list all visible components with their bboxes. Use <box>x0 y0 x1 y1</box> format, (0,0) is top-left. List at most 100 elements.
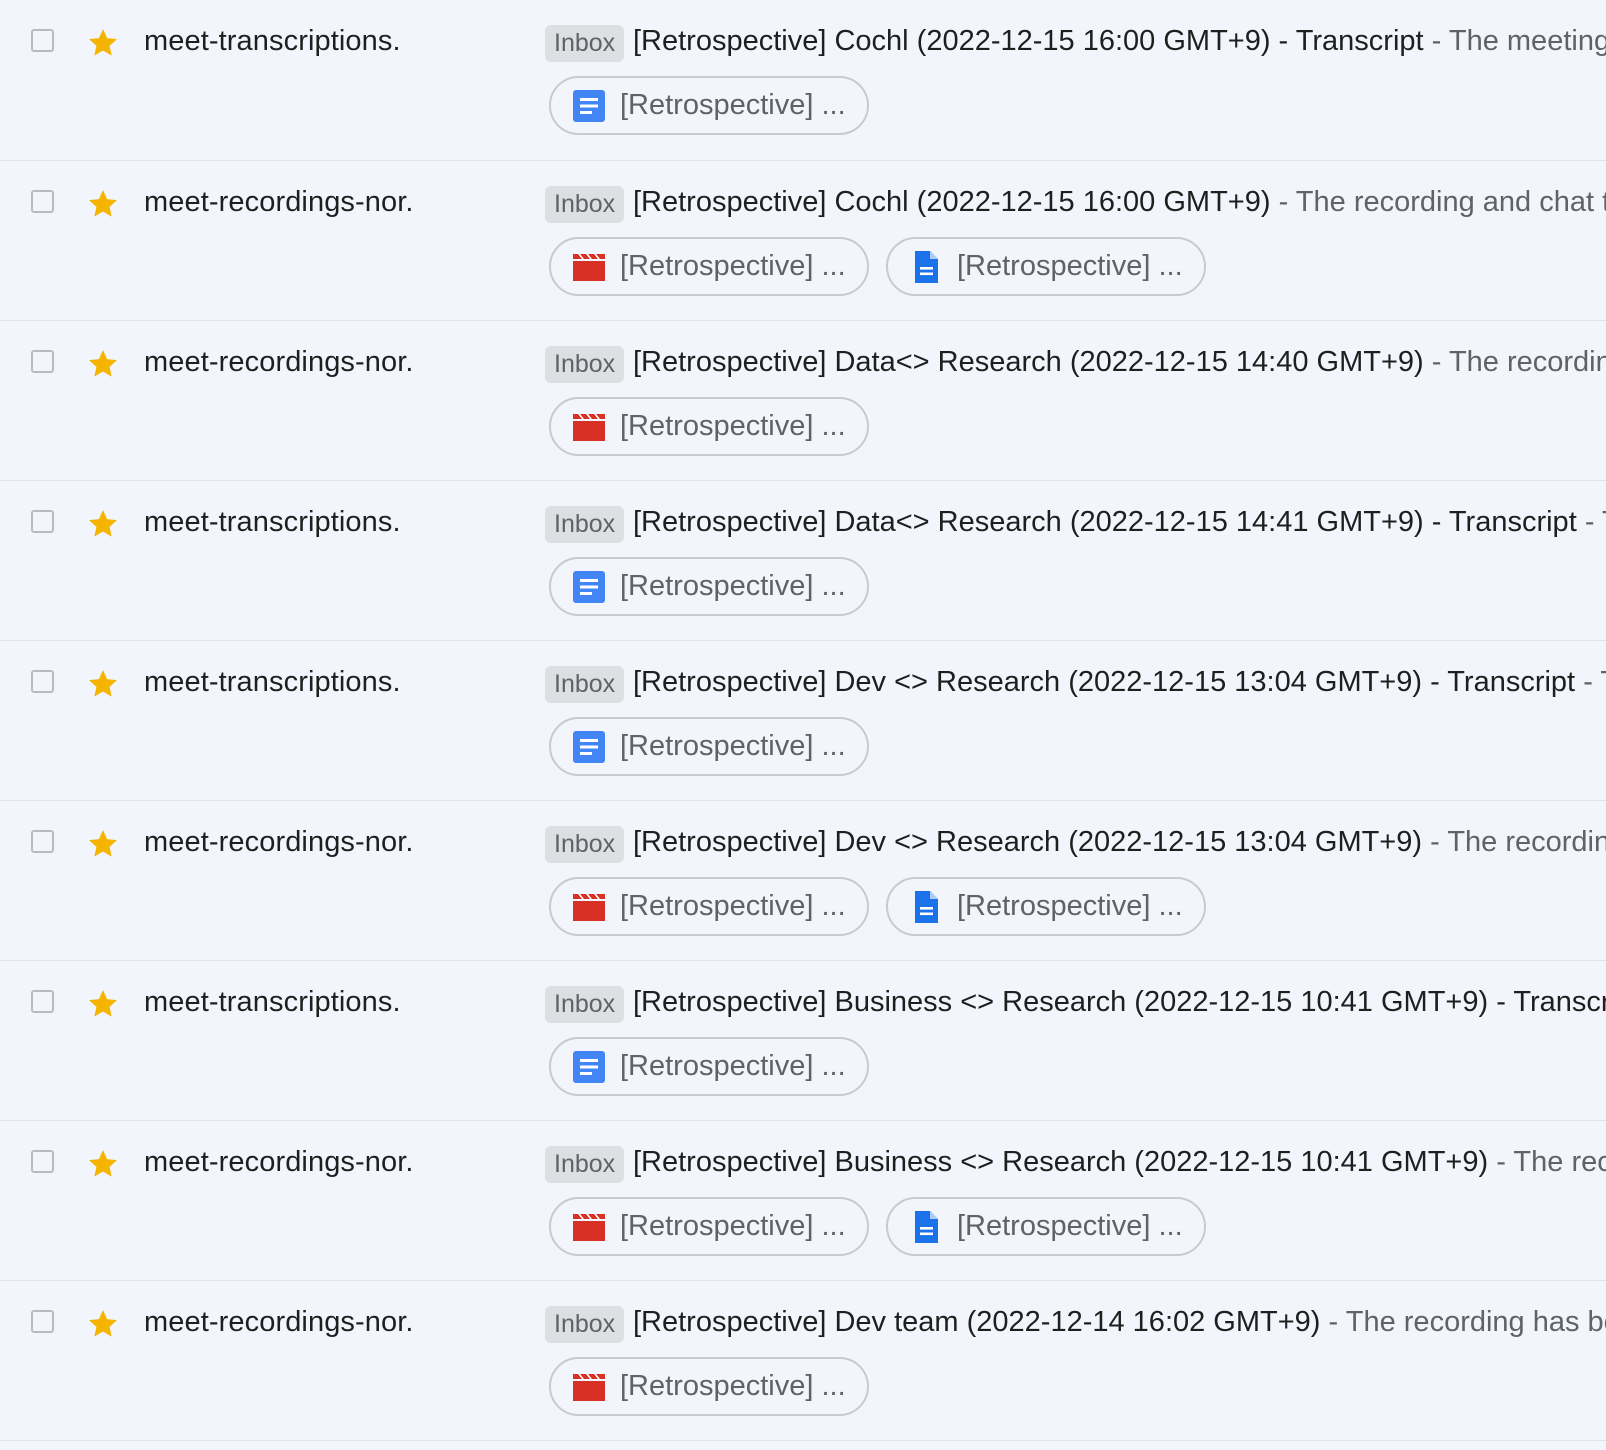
attachment-label: [Retrospective] ... <box>957 890 1183 922</box>
subject-line[interactable]: [Retrospective] Business <> Research (20… <box>633 986 1606 1019</box>
star-icon[interactable] <box>86 1147 120 1181</box>
inbox-label[interactable]: Inbox <box>545 346 625 383</box>
attachment-chip[interactable]: [Retrospective] ... <box>886 1197 1206 1256</box>
star-icon[interactable] <box>86 347 120 381</box>
inbox-label[interactable]: Inbox <box>545 1146 625 1183</box>
select-checkbox[interactable] <box>31 670 54 693</box>
sender-name: meet-transcriptions. <box>144 986 401 1018</box>
select-checkbox[interactable] <box>31 1150 54 1173</box>
email-snippet: The <box>1602 506 1606 538</box>
sender-name: meet-transcriptions. <box>144 25 401 57</box>
email-subject: [Retrospective] Data<> Research (2022-12… <box>633 346 1424 378</box>
attachment-chips: [Retrospective] ... <box>549 1037 869 1096</box>
inbox-label[interactable]: Inbox <box>545 506 625 543</box>
email-row[interactable]: meet-recordings-nor. Inbox [Retrospective]… <box>0 161 1606 321</box>
email-subject: [Retrospective] Business <> Research (20… <box>633 1146 1489 1178</box>
attachment-chip[interactable]: [Retrospective] ... <box>549 1037 869 1096</box>
star-icon[interactable] <box>86 667 120 701</box>
select-checkbox[interactable] <box>31 190 54 213</box>
subject-line[interactable]: [Retrospective] Data<> Research (2022-12… <box>633 506 1606 539</box>
select-checkbox[interactable] <box>31 990 54 1013</box>
inbox-label[interactable]: Inbox <box>545 826 625 863</box>
attachment-chips: [Retrospective] ... [Retrospective] ... <box>549 237 1206 296</box>
subject-line[interactable]: [Retrospective] Data<> Research (2022-12… <box>633 346 1606 379</box>
snippet-separator: - <box>1430 826 1440 858</box>
attachment-label: [Retrospective] ... <box>620 890 846 922</box>
star-icon[interactable] <box>86 987 120 1021</box>
subject-line[interactable]: [Retrospective] Cochl (2022-12-15 16:00 … <box>633 25 1606 58</box>
attachment-label: [Retrospective] ... <box>620 1050 846 1082</box>
attachment-label: [Retrospective] ... <box>957 1210 1183 1242</box>
star-icon[interactable] <box>86 507 120 541</box>
select-checkbox[interactable] <box>31 830 54 853</box>
attachment-label: [Retrospective] ... <box>620 410 846 442</box>
attachment-chip[interactable]: [Retrospective] ... <box>549 397 869 456</box>
email-row[interactable]: meet-recordings-nor. Inbox [Retrospective]… <box>0 321 1606 481</box>
attachment-chips: [Retrospective] ... <box>549 76 869 135</box>
subject-line[interactable]: [Retrospective] Business <> Research (20… <box>633 1146 1606 1179</box>
sender-name: meet-recordings-nor. <box>144 346 414 378</box>
email-subject: [Retrospective] Dev <> Research (2022-12… <box>633 666 1576 698</box>
select-checkbox[interactable] <box>31 1310 54 1333</box>
docs-icon <box>572 570 606 604</box>
email-subject: [Retrospective] Cochl (2022-12-15 16:00 … <box>633 186 1271 218</box>
email-row[interactable]: meet-transcriptions. Inbox [Retrospective]… <box>0 0 1606 161</box>
attachment-label: [Retrospective] ... <box>620 570 846 602</box>
inbox-label[interactable]: Inbox <box>545 1306 625 1343</box>
attachment-chips: [Retrospective] ... [Retrospective] ... <box>549 1197 1206 1256</box>
email-subject: [Retrospective] Dev team (2022-12-14 16:… <box>633 1306 1321 1338</box>
email-snippet: The meeting t <box>1448 25 1606 57</box>
video-icon <box>572 1370 606 1404</box>
video-icon <box>572 410 606 444</box>
email-row[interactable]: meet-transcriptions. Inbox [Retrospective]… <box>0 961 1606 1121</box>
attachment-chips: [Retrospective] ... <box>549 717 869 776</box>
subject-line[interactable]: [Retrospective] Dev <> Research (2022-12… <box>633 666 1606 699</box>
subject-line[interactable]: [Retrospective] Cochl (2022-12-15 16:00 … <box>633 186 1606 219</box>
inbox-label[interactable]: Inbox <box>545 186 625 223</box>
email-row[interactable]: meet-recordings-nor. Inbox [Retrospective]… <box>0 1121 1606 1281</box>
inbox-label[interactable]: Inbox <box>545 25 625 62</box>
attachment-chip[interactable]: [Retrospective] ... <box>549 1197 869 1256</box>
select-checkbox[interactable] <box>31 510 54 533</box>
attachment-chip[interactable]: [Retrospective] ... <box>886 237 1206 296</box>
attachment-chips: [Retrospective] ... <box>549 557 869 616</box>
select-checkbox[interactable] <box>31 350 54 373</box>
attachment-chip[interactable]: [Retrospective] ... <box>549 76 869 135</box>
star-icon[interactable] <box>86 187 120 221</box>
sender-name: meet-recordings-nor. <box>144 186 414 218</box>
file-icon <box>909 1210 943 1244</box>
attachment-chip[interactable]: [Retrospective] ... <box>886 877 1206 936</box>
star-icon[interactable] <box>86 827 120 861</box>
sender-name: meet-recordings-nor. <box>144 826 414 858</box>
attachment-chips: [Retrospective] ... <box>549 397 869 456</box>
star-icon[interactable] <box>86 1307 120 1341</box>
attachment-chip[interactable]: [Retrospective] ... <box>549 1357 869 1416</box>
snippet-separator: - <box>1584 506 1595 538</box>
attachment-label: [Retrospective] ... <box>620 1370 846 1402</box>
attachment-chip[interactable]: [Retrospective] ... <box>549 557 869 616</box>
inbox-label[interactable]: Inbox <box>545 986 625 1023</box>
sender-name: meet-transcriptions. <box>144 506 401 538</box>
email-row[interactable]: meet-transcriptions. Inbox [Retrospective]… <box>0 481 1606 641</box>
subject-line[interactable]: [Retrospective] Dev <> Research (2022-12… <box>633 826 1606 859</box>
email-snippet: The recording has bee <box>1345 1306 1606 1338</box>
video-icon <box>572 250 606 284</box>
attachment-chip[interactable]: [Retrospective] ... <box>549 877 869 936</box>
email-row[interactable]: meet-recordings-nor. Inbox [Retrospective]… <box>0 1281 1606 1441</box>
attachment-label: [Retrospective] ... <box>957 250 1183 282</box>
attachment-chip[interactable]: [Retrospective] ... <box>549 237 869 296</box>
email-subject: [Retrospective] Dev <> Research (2022-12… <box>633 826 1423 858</box>
email-subject: [Retrospective] Data<> Research (2022-12… <box>633 506 1577 538</box>
attachment-chip[interactable]: [Retrospective] ... <box>549 717 869 776</box>
inbox-label[interactable]: Inbox <box>545 666 625 703</box>
attachment-label: [Retrospective] ... <box>620 250 846 282</box>
email-snippet: The recording and chat tra <box>1295 186 1606 218</box>
email-row[interactable]: meet-recordings-nor. Inbox [Retrospective]… <box>0 801 1606 961</box>
docs-icon <box>572 730 606 764</box>
sender-name: meet-transcriptions. <box>144 666 401 698</box>
select-checkbox[interactable] <box>31 29 54 52</box>
subject-line[interactable]: [Retrospective] Dev team (2022-12-14 16:… <box>633 1306 1606 1339</box>
star-icon[interactable] <box>86 26 120 60</box>
email-row[interactable]: meet-transcriptions. Inbox [Retrospective]… <box>0 641 1606 801</box>
email-list: meet-transcriptions. Inbox [Retrospective]… <box>0 0 1606 1441</box>
